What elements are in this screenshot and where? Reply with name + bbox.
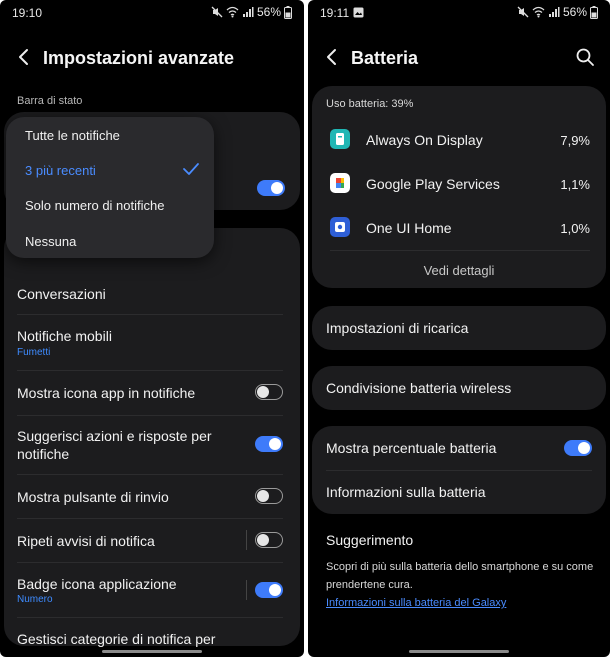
battery-icon <box>284 5 292 19</box>
charging-settings-item[interactable]: Impostazioni di ricarica <box>312 306 606 350</box>
row-label-continued: notifiche <box>17 446 70 462</box>
vertical-separator <box>246 580 247 600</box>
vertical-separator <box>246 530 247 550</box>
row-label: Suggerisci azioni e risposte per <box>17 428 212 444</box>
mute-icon <box>211 6 223 18</box>
popup-option-tutte[interactable]: Tutte le notifiche <box>25 128 120 143</box>
popup-option-solo-numero[interactable]: Solo numero di notifiche <box>25 198 164 213</box>
notification-icons-popup-menu: Tutte le notifiche 3 più recenti Solo nu… <box>6 117 214 258</box>
divider <box>17 415 283 416</box>
divider <box>330 250 590 251</box>
app-name: One UI Home <box>366 220 452 236</box>
aod-icon <box>330 129 350 149</box>
header: Impostazioni avanzate <box>0 40 304 76</box>
divider <box>17 314 283 315</box>
badge-toggle[interactable] <box>255 582 283 598</box>
page-title: Impostazioni avanzate <box>43 48 235 68</box>
home-indicator[interactable] <box>102 650 202 653</box>
ripeti-avvisi-toggle[interactable] <box>255 532 283 548</box>
tip-title: Suggerimento <box>326 532 414 548</box>
battery-screen: 19:11 56% Batteria Uso batteria: 39% Alw… <box>308 0 610 657</box>
divider <box>17 370 283 371</box>
home-indicator[interactable] <box>409 650 509 653</box>
section-label-status-bar: Barra di stato <box>17 95 83 107</box>
page-title: Batteria <box>351 48 419 68</box>
suggerisci-toggle[interactable] <box>255 436 283 452</box>
google-play-services-icon <box>330 173 350 193</box>
status-bar-toggle[interactable] <box>257 180 285 196</box>
divider <box>17 617 283 618</box>
wifi-icon <box>226 6 239 18</box>
row-label: Conversazioni <box>17 286 106 302</box>
battery-usage-label: Uso batteria: 39% <box>326 98 414 110</box>
back-arrow-icon[interactable] <box>322 46 344 68</box>
signal-icon <box>242 6 254 18</box>
battery-percent: 56% <box>562 5 587 19</box>
wifi-icon <box>532 6 545 18</box>
divider <box>17 518 283 519</box>
wireless-battery-sharing-item[interactable]: Condivisione batteria wireless <box>312 366 606 410</box>
row-label: Mostra pulsante di rinvio <box>17 489 169 505</box>
battery-percent: 56% <box>256 5 281 19</box>
status-bar: 19:10 56% <box>0 0 304 26</box>
battery-options-card: Mostra percentuale batteria Informazioni… <box>312 426 606 514</box>
galaxy-battery-info-link[interactable]: Informazioni sulla batteria del Galaxy <box>326 597 506 609</box>
advanced-settings-screen: 19:10 56% Impostazioni avanzate Barra di… <box>0 0 304 657</box>
status-time: 19:10 <box>12 6 43 20</box>
pulsante-rinvio-toggle[interactable] <box>255 488 283 504</box>
row-label: Notifiche mobili <box>17 328 112 344</box>
back-arrow-icon[interactable] <box>14 46 36 68</box>
battery-percentage-toggle[interactable] <box>564 440 592 456</box>
app-name: Always On Display <box>366 132 483 148</box>
item-label: Mostra percentuale batteria <box>326 440 497 456</box>
tip-text: Scopri di più sulla batteria dello smart… <box>326 561 594 591</box>
app-percent: 7,9% <box>560 133 590 148</box>
item-label: Condivisione batteria wireless <box>326 380 512 396</box>
one-ui-home-icon <box>330 217 350 237</box>
popup-option-3-recenti[interactable]: 3 più recenti <box>25 163 96 178</box>
app-percent: 1,1% <box>560 177 590 192</box>
row-sublabel: Numero <box>17 594 53 605</box>
battery-icon <box>590 5 598 19</box>
divider <box>17 562 283 563</box>
search-icon[interactable] <box>574 46 596 68</box>
mostra-icona-toggle[interactable] <box>255 384 283 400</box>
battery-usage-card: Uso batteria: 39% Always On Display 7,9%… <box>312 86 606 288</box>
mute-icon <box>517 6 529 18</box>
row-label: Gestisci categorie di notifica per <box>17 631 216 647</box>
gallery-notification-icon <box>353 7 364 18</box>
checkmark-icon <box>182 162 200 176</box>
app-name: Google Play Services <box>366 176 500 192</box>
divider <box>17 474 283 475</box>
signal-icon <box>548 6 560 18</box>
vedi-dettagli-button[interactable]: Vedi dettagli <box>312 263 606 278</box>
item-label: Impostazioni di ricarica <box>326 320 469 336</box>
popup-option-nessuna[interactable]: Nessuna <box>25 234 76 249</box>
item-label: Informazioni sulla batteria <box>326 484 486 500</box>
row-label: Badge icona applicazione <box>17 576 177 592</box>
row-sublabel: Fumetti <box>17 347 51 358</box>
divider <box>326 470 592 471</box>
header: Batteria <box>308 40 610 76</box>
status-time: 19:11 <box>320 6 350 20</box>
status-bar: 19:11 56% <box>308 0 610 26</box>
app-percent: 1,0% <box>560 221 590 236</box>
row-label: Ripeti avvisi di notifica <box>17 533 155 549</box>
row-label: Mostra icona app in notifiche <box>17 385 196 401</box>
